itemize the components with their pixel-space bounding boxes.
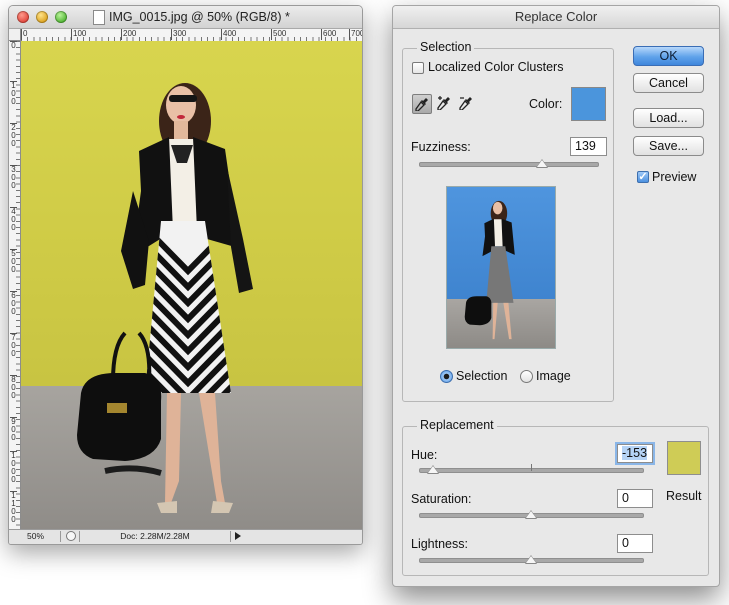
- ruler-label: 0: [10, 41, 17, 50]
- ruler-label: 900: [10, 417, 17, 442]
- selection-group: Selection Localized Color Clusters Color…: [402, 40, 614, 402]
- ruler-label: 700: [349, 29, 362, 40]
- replacement-group-title: Replacement: [417, 418, 497, 432]
- selection-color-swatch[interactable]: [571, 87, 606, 121]
- ruler-label: 400: [10, 207, 17, 232]
- ruler-label: 1100: [10, 491, 17, 524]
- document-statusbar: 50% Doc: 2.28M/2.28M: [9, 529, 362, 544]
- image-canvas[interactable]: [21, 41, 362, 530]
- hue-slider-thumb[interactable]: [427, 465, 439, 474]
- image-radio-label: Image: [536, 369, 571, 383]
- document-size-info[interactable]: Doc: 2.28M/2.28M: [79, 531, 231, 542]
- fuzziness-label: Fuzziness:: [411, 140, 471, 154]
- lightness-input[interactable]: 0: [617, 534, 653, 553]
- eyedropper-minus-icon[interactable]: [456, 94, 476, 114]
- fuzziness-input[interactable]: 139: [570, 137, 607, 156]
- hue-center-tick: [531, 464, 532, 471]
- dialog-title[interactable]: Replace Color: [393, 6, 719, 29]
- selection-radio[interactable]: [440, 370, 453, 383]
- save-button[interactable]: Save...: [633, 136, 704, 156]
- lightness-label: Lightness:: [411, 537, 468, 551]
- ruler-label: 500: [10, 249, 17, 274]
- image-radio[interactable]: [520, 370, 533, 383]
- result-label: Result: [666, 489, 702, 503]
- hue-label: Hue:: [411, 448, 438, 462]
- document-file-icon: [93, 10, 105, 25]
- ruler-label: 700: [10, 333, 17, 358]
- ruler-label: 300: [171, 29, 187, 40]
- ruler-label: 100: [71, 29, 87, 40]
- ruler-label: 200: [10, 123, 17, 148]
- selection-radio-label: Selection: [456, 369, 508, 383]
- color-label: Color:: [529, 97, 563, 111]
- eyedropper-plus-icon[interactable]: [434, 94, 454, 114]
- preview-checkbox[interactable]: ✓: [637, 171, 649, 183]
- close-window-icon[interactable]: [17, 11, 29, 23]
- ruler-label: 600: [10, 291, 17, 316]
- zoom-window-icon[interactable]: [55, 11, 67, 23]
- selection-preview-thumbnail[interactable]: [446, 186, 556, 349]
- ruler-label: 1000: [10, 451, 17, 484]
- localized-color-clusters-checkbox[interactable]: [412, 62, 424, 74]
- ruler-label: 800: [10, 375, 17, 400]
- eyedropper-icon[interactable]: [412, 94, 432, 114]
- ruler-label: 600: [321, 29, 337, 40]
- ruler-origin[interactable]: [9, 29, 21, 41]
- saturation-input[interactable]: 0: [617, 489, 653, 508]
- hue-value-text: -153: [622, 446, 648, 460]
- saturation-slider-thumb[interactable]: [525, 510, 537, 519]
- document-window: IMG_0015.jpg @ 50% (RGB/8) * 0 100 200 3…: [8, 5, 363, 545]
- cancel-button[interactable]: Cancel: [633, 73, 704, 93]
- lightness-slider-thumb[interactable]: [525, 555, 537, 564]
- result-color-swatch[interactable]: [667, 441, 701, 475]
- document-titlebar[interactable]: IMG_0015.jpg @ 50% (RGB/8) *: [9, 6, 362, 29]
- ruler-label: 200: [121, 29, 137, 40]
- document-title: IMG_0015.jpg @ 50% (RGB/8) *: [109, 10, 290, 24]
- vertical-ruler[interactable]: 0 100 200 300 400 500 600 700 800 900 10…: [9, 41, 21, 530]
- preview-figure: [464, 200, 515, 340]
- zoom-preview-icon[interactable]: [66, 531, 76, 541]
- ruler-label: 300: [10, 165, 17, 190]
- fuzziness-slider-track[interactable]: [419, 162, 599, 167]
- hue-input[interactable]: -153: [617, 444, 653, 463]
- replacement-group: Replacement Hue: -153 Saturation: 0 Ligh…: [402, 418, 709, 576]
- selection-group-title: Selection: [417, 40, 475, 54]
- fuzziness-slider-thumb[interactable]: [536, 159, 548, 168]
- ok-button[interactable]: OK: [633, 46, 704, 66]
- ruler-label: 100: [10, 81, 17, 106]
- ruler-label: 500: [271, 29, 287, 40]
- load-button[interactable]: Load...: [633, 108, 704, 128]
- minimize-window-icon[interactable]: [36, 11, 48, 23]
- ruler-label: 400: [221, 29, 237, 40]
- zoom-level-field[interactable]: 50%: [13, 531, 61, 542]
- ruler-label: 0: [21, 29, 28, 40]
- saturation-label: Saturation:: [411, 492, 472, 506]
- localized-color-clusters-label: Localized Color Clusters: [428, 60, 564, 74]
- status-menu-arrow-icon[interactable]: [235, 532, 241, 540]
- photo-figure: [77, 83, 253, 513]
- replace-color-dialog: Replace Color Selection Localized Color …: [392, 5, 720, 587]
- preview-label: Preview: [652, 170, 697, 184]
